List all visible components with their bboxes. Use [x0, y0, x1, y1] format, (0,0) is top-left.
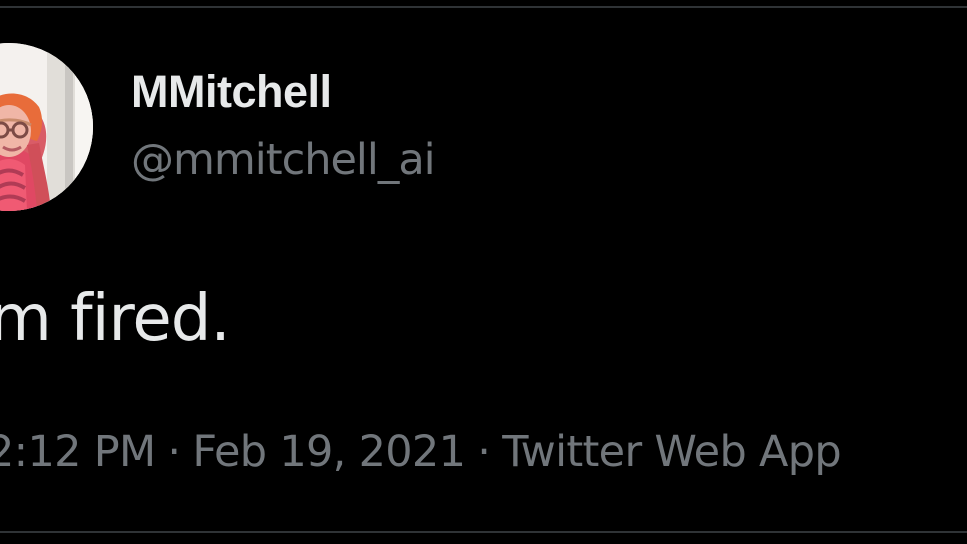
divider-bottom — [0, 531, 967, 533]
meta-separator: · — [477, 427, 491, 477]
tweet-text: I'm fired. — [0, 282, 231, 356]
tweet-source[interactable]: Twitter Web App — [502, 427, 841, 477]
avatar-photo-icon — [0, 43, 93, 211]
tweet-time[interactable]: 2:12 PM — [0, 427, 156, 477]
tweet-metadata: 2:12 PM · Feb 19, 2021 · Twitter Web App — [0, 424, 842, 480]
tweet-card: MMitchell @mmitchell_ai I'm fired. 2:12 … — [0, 0, 967, 544]
display-name[interactable]: MMitchell — [131, 66, 332, 118]
divider-top — [0, 6, 967, 8]
avatar[interactable] — [0, 43, 93, 211]
user-handle[interactable]: @mmitchell_ai — [131, 134, 436, 186]
tweet-date[interactable]: Feb 19, 2021 — [192, 427, 466, 477]
meta-separator: · — [167, 427, 181, 477]
